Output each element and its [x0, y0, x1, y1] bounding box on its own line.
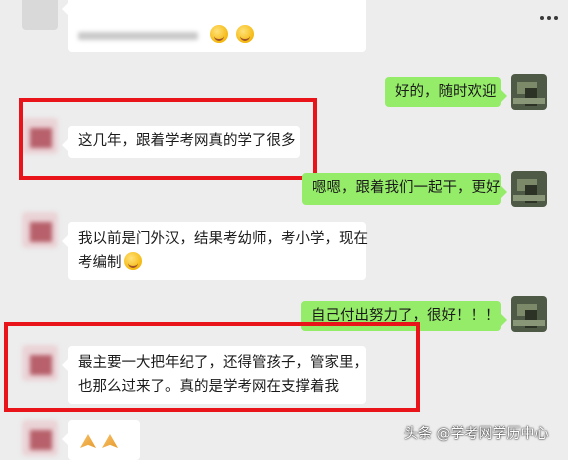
avatar-contact-blurred[interactable]: [22, 420, 58, 456]
message-bubble-incoming: 我以前是门外汉，结果考幼师，考小学，现在 考编制: [62, 222, 368, 280]
avatar-partial-top[interactable]: [22, 0, 58, 30]
highlight-box: [4, 322, 420, 412]
highlight-box: [19, 98, 317, 180]
folded-hands-emoji-icon: [80, 434, 96, 448]
message-text: 好的，随时欢迎: [395, 84, 497, 100]
laughing-emoji-icon: [123, 252, 142, 270]
folded-hands-emoji-icon: [102, 434, 118, 448]
more-dots-icon[interactable]: [540, 16, 558, 20]
message-text-line: 考编制: [78, 255, 122, 271]
message-bubble-outgoing: 好的，随时欢迎: [385, 77, 507, 107]
avatar-self[interactable]: [511, 171, 547, 207]
watermark: 头条 @学考网学历中心: [404, 426, 549, 442]
avatar-contact-blurred[interactable]: [22, 212, 58, 248]
avatar-self[interactable]: [511, 296, 547, 332]
message-bubble-incoming: [62, 420, 140, 460]
message-bubble-outgoing: 嗯嗯，跟着我们一起干，更好: [302, 173, 507, 205]
message-text: 嗯嗯，跟着我们一起干，更好: [312, 180, 501, 196]
avatar-self[interactable]: [511, 74, 547, 110]
message-text-line: 我以前是门外汉，结果考幼师，考小学，现在: [78, 231, 368, 247]
message-bubble-cut-off: [62, 0, 366, 52]
